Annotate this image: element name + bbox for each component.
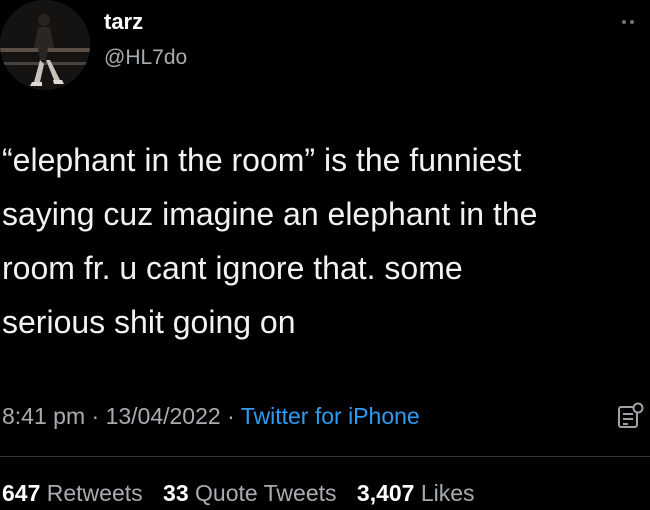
dot: [622, 20, 626, 24]
quote-tweets-stat[interactable]: 33 Quote Tweets: [163, 480, 336, 506]
more-dots-icon[interactable]: [622, 16, 642, 28]
tweet-line: serious shit going on: [2, 304, 296, 340]
tweet-date[interactable]: 13/04/2022: [106, 403, 221, 429]
avatar-photo: [0, 0, 90, 90]
tweet-text: “elephant in the room” is the funniest s…: [2, 133, 642, 349]
meta-separator: ·: [85, 403, 106, 429]
avatar[interactable]: [0, 0, 90, 90]
retweets-label: Retweets: [46, 480, 143, 506]
display-name[interactable]: tarz: [104, 8, 187, 36]
tweet-header: tarz @HL7do: [0, 0, 650, 100]
tweet-stats: 647 Retweets 33 Quote Tweets 3,407 Likes: [2, 476, 489, 510]
meta-separator: ·: [220, 403, 241, 429]
retweets-stat[interactable]: 647 Retweets: [2, 480, 143, 506]
tweet-time[interactable]: 8:41 pm: [2, 403, 85, 429]
user-handle[interactable]: @HL7do: [104, 44, 187, 72]
dot: [630, 20, 634, 24]
quote-tweets-label: Quote Tweets: [195, 480, 337, 506]
tweet-meta: 8:41 pm · 13/04/2022 · Twitter for iPhon…: [2, 398, 420, 434]
author-names: tarz @HL7do: [104, 8, 187, 72]
tweet-line: “elephant in the room” is the funniest: [2, 142, 522, 178]
quote-tweets-count: 33: [163, 480, 189, 506]
tweet-line: room fr. u cant ignore that. some: [2, 250, 463, 286]
likes-count: 3,407: [356, 480, 415, 506]
likes-label: Likes: [420, 480, 475, 506]
divider: [0, 456, 650, 457]
analytics-icon[interactable]: [616, 401, 644, 431]
retweets-count: 647: [2, 480, 41, 506]
tweet-line: saying cuz imagine an elephant in the: [2, 196, 538, 232]
tweet-source-link[interactable]: Twitter for iPhone: [241, 403, 420, 429]
likes-stat[interactable]: 3,407 Likes: [357, 480, 475, 506]
